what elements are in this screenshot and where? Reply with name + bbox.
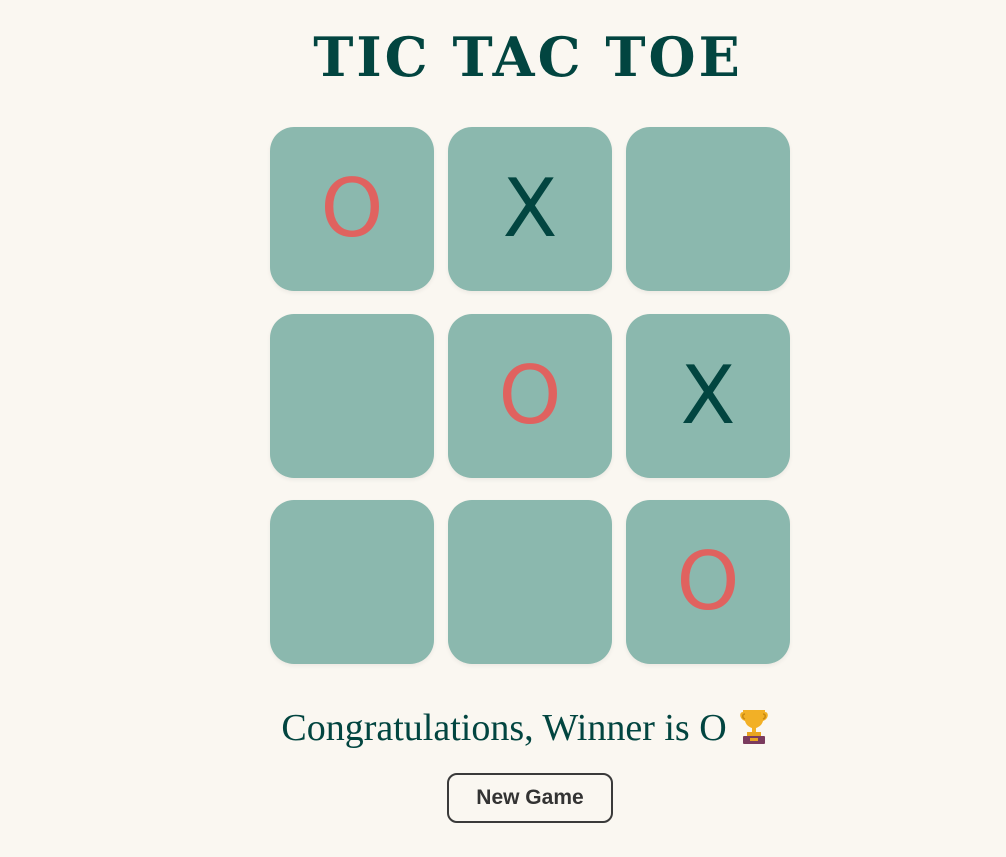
winner-text: Congratulations, Winner is O <box>281 707 727 749</box>
x-mark: X <box>502 162 558 255</box>
winner-message: Congratulations, Winner is O <box>0 700 1006 756</box>
o-mark: O <box>676 535 740 628</box>
board-cell-9[interactable]: O <box>626 500 790 664</box>
board-cell-7[interactable] <box>270 500 434 664</box>
board-cell-3[interactable] <box>626 127 790 291</box>
board-cell-4[interactable] <box>270 314 434 478</box>
game-title: TIC TAC TOE <box>313 25 743 89</box>
board-cell-8[interactable] <box>448 500 612 664</box>
game-page: TIC TAC TOE O X O X O Congratulations, W… <box>0 0 1006 857</box>
board-cell-6[interactable]: X <box>626 314 790 478</box>
board-cell-5[interactable]: O <box>448 314 612 478</box>
board-cell-1[interactable]: O <box>270 127 434 291</box>
x-mark: X <box>680 349 736 442</box>
trophy-icon <box>739 706 769 746</box>
game-board: O X O X O <box>270 127 790 665</box>
new-game-button[interactable]: New Game <box>447 773 613 823</box>
o-mark: O <box>320 162 384 255</box>
o-mark: O <box>498 349 562 442</box>
board-cell-2[interactable]: X <box>448 127 612 291</box>
